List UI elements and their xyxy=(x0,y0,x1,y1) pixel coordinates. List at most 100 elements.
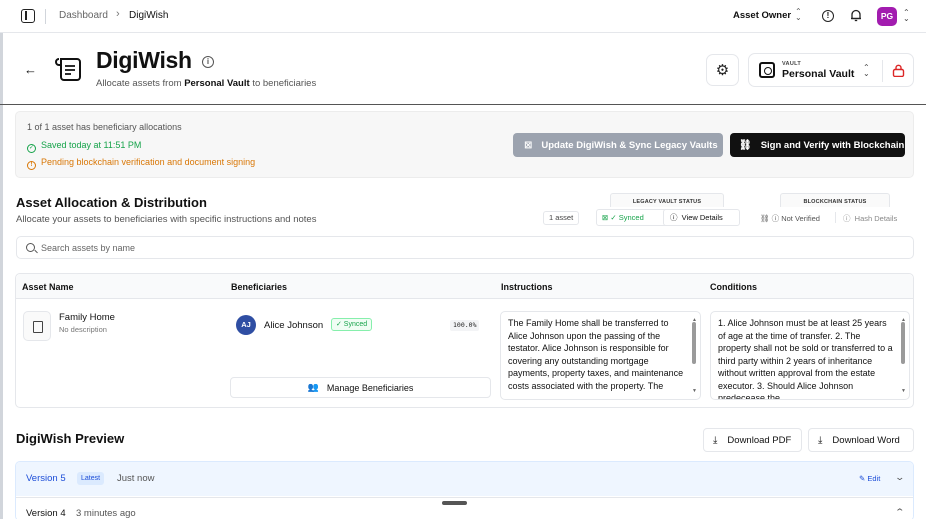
instructions-textarea[interactable]: The Family Home shall be transferred to … xyxy=(500,311,701,400)
help-icon[interactable]: ! xyxy=(822,10,834,22)
scroll-down-icon[interactable]: ▼ xyxy=(692,385,697,398)
chevron-updown-icon[interactable]: ⌃ ⌄ xyxy=(903,9,910,23)
check-circle-icon: ✓ xyxy=(27,144,36,153)
chevron-up-icon[interactable]: ⌃ xyxy=(894,507,905,518)
subtitle-prefix: Allocate assets from xyxy=(96,78,182,89)
latest-badge: Latest xyxy=(77,472,105,485)
search-input[interactable] xyxy=(41,241,901,255)
vault-caption: VAULT xyxy=(782,61,802,67)
settings-button[interactable]: ⚙ xyxy=(706,54,739,86)
manage-button-label: Manage Beneficiaries xyxy=(326,382,414,393)
blockchain-status-label: BLOCKCHAIN STATUS xyxy=(780,193,890,207)
asset-name: Family Home xyxy=(59,312,115,323)
breadcrumb-dashboard[interactable]: Dashboard xyxy=(59,10,108,21)
version-label: Version 4 xyxy=(26,508,66,519)
download-pdf-label: Download PDF xyxy=(727,434,792,446)
alert-circle-icon: ! xyxy=(27,161,36,170)
search-icon xyxy=(26,243,35,252)
edit-button[interactable]: ✎ Edit xyxy=(859,474,880,483)
pencil-icon: ✎ xyxy=(859,474,866,483)
divider xyxy=(45,9,46,24)
asset-table: Asset Name Beneficiaries Instructions Co… xyxy=(15,273,914,408)
blockchain-status-row: ⛓ ⓘ Not Verified ⓘ Hash Details xyxy=(755,209,914,226)
instructions-text: The Family Home shall be transferred to … xyxy=(508,318,684,391)
legacy-vault-status: LEGACY VAULT STATUS ⊠ ✓ Synced ⓘ View De… xyxy=(596,193,740,227)
conditions-textarea[interactable]: 1. Alice Johnson must be at least 25 yea… xyxy=(710,311,910,400)
saved-status: ✓ Saved today at 11:51 PM xyxy=(27,140,141,153)
saved-text: Saved today at 11:51 PM xyxy=(41,140,142,150)
sidebar-toggle-icon[interactable] xyxy=(21,9,35,23)
version-row[interactable]: Version 5 Latest Just now ✎ Edit ⌄ xyxy=(16,462,913,496)
column-header-asset-name: Asset Name xyxy=(22,282,74,292)
table-header: Asset Name Beneficiaries Instructions Co… xyxy=(16,274,913,299)
update-digiwish-button[interactable]: ⊠ Update DigiWish & Sync Legacy Vaults xyxy=(513,133,723,157)
update-button-label: Update DigiWish & Sync Legacy Vaults xyxy=(541,139,718,151)
subtitle-vault: Personal Vault xyxy=(184,78,250,89)
status-card: 1 of 1 asset has beneficiary allocations… xyxy=(15,111,914,178)
search-box[interactable] xyxy=(16,236,914,259)
page-subtitle: Allocate assets from Personal Vault to b… xyxy=(96,78,316,89)
info-icon: ⓘ xyxy=(670,213,678,222)
scrollbar[interactable] xyxy=(901,322,905,364)
edit-label: Edit xyxy=(867,474,881,483)
download-icon: ⤓ xyxy=(818,434,823,446)
user-avatar[interactable]: PG xyxy=(877,7,897,26)
view-details-label: View Details xyxy=(681,213,723,222)
divider xyxy=(0,104,926,105)
lock-icon[interactable] xyxy=(892,64,905,77)
breadcrumb-current: DigiWish xyxy=(129,10,169,21)
bell-icon[interactable] xyxy=(850,9,862,22)
column-header-instructions: Instructions xyxy=(501,282,553,292)
preview-title: DigiWish Preview xyxy=(16,431,125,446)
column-header-conditions: Conditions xyxy=(710,282,757,292)
sign-verify-button[interactable]: ⛓ Sign and Verify with Blockchain xyxy=(730,133,905,157)
info-icon[interactable]: i xyxy=(202,56,214,68)
link-icon: ⛓ xyxy=(739,139,752,151)
users-icon: 👥 xyxy=(307,382,319,392)
role-selector[interactable]: Asset Owner xyxy=(733,10,791,21)
vault-selector[interactable]: VAULT Personal Vault ⌃ ⌄ xyxy=(748,53,914,87)
scrollbar[interactable] xyxy=(692,322,696,364)
beneficiary-percent: 100.0% xyxy=(450,320,480,331)
info-icon: ⓘ xyxy=(843,214,851,223)
divider xyxy=(882,60,883,82)
view-details-button[interactable]: ⓘ View Details xyxy=(663,209,740,226)
chevron-down-icon[interactable]: ⌄ xyxy=(894,472,905,483)
download-word-button[interactable]: ⤓ Download Word xyxy=(808,428,914,452)
asset-count-badge: 1 asset xyxy=(543,211,580,225)
column-header-beneficiaries: Beneficiaries xyxy=(231,282,288,292)
vault-name: Personal Vault xyxy=(782,68,855,80)
pending-status: ! Pending blockchain verification and doc… xyxy=(27,157,255,170)
synced-text: Synced xyxy=(618,213,644,222)
back-arrow-icon[interactable]: ← xyxy=(24,62,37,77)
version-time: 3 minutes ago xyxy=(76,508,136,519)
file-icon xyxy=(23,311,51,341)
chevron-updown-icon[interactable]: ⌃ ⌄ xyxy=(795,8,802,22)
beneficiary-synced-badge: ✓ Synced xyxy=(331,318,373,331)
chevron-updown-icon: ⌃ ⌄ xyxy=(863,63,870,78)
vault-icon xyxy=(759,62,775,78)
download-icon: ⤓ xyxy=(713,434,718,446)
chevron-right-icon: › xyxy=(116,8,120,20)
legacy-status-label: LEGACY VAULT STATUS xyxy=(610,193,724,207)
vault-check-icon: ⊠ ✓ xyxy=(602,213,617,222)
asset-description: No description xyxy=(59,325,107,334)
version-time: Just now xyxy=(117,473,155,484)
link-icon: ⛓ ⓘ xyxy=(760,214,780,223)
subtitle-suffix: to beneficiaries xyxy=(252,78,317,89)
allocation-subtitle: Allocate your assets to beneficiaries wi… xyxy=(16,214,317,225)
divider xyxy=(835,212,836,223)
manage-beneficiaries-button[interactable]: 👥 Manage Beneficiaries xyxy=(230,377,491,398)
beneficiary-name: Alice Johnson xyxy=(264,320,324,331)
hash-details-button[interactable]: ⓘ Hash Details xyxy=(843,213,897,224)
conditions-text: 1. Alice Johnson must be at least 25 yea… xyxy=(718,318,893,400)
sign-button-label: Sign and Verify with Blockchain xyxy=(760,139,905,151)
not-verified-text: Not Verified xyxy=(781,214,820,223)
hash-details-label: Hash Details xyxy=(854,214,898,223)
download-pdf-button[interactable]: ⤓ Download PDF xyxy=(703,428,802,452)
version-label: Version 5 xyxy=(26,473,66,484)
version-list: Version 5 Latest Just now ✎ Edit ⌄ Versi… xyxy=(15,461,914,519)
drag-handle[interactable] xyxy=(442,501,467,505)
pending-text: Pending blockchain verification and docu… xyxy=(41,157,256,167)
scroll-down-icon[interactable]: ▼ xyxy=(901,385,906,398)
